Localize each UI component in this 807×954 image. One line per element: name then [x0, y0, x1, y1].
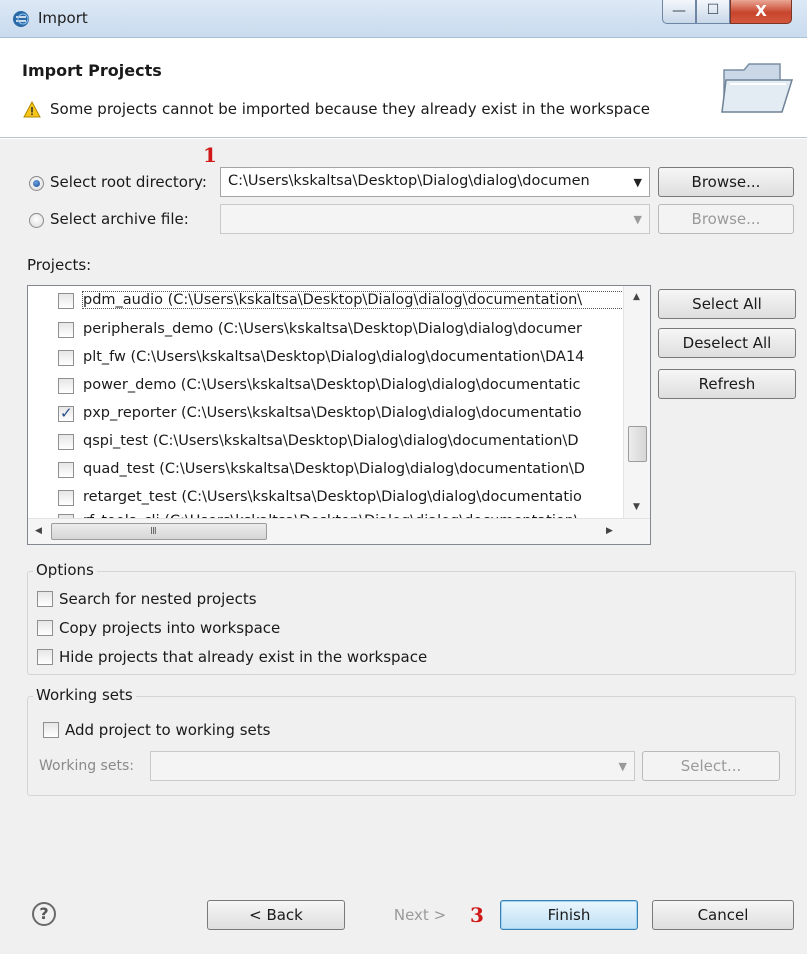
hide-existing-label: Hide projects that already exist in the … — [59, 648, 428, 666]
project-checkbox[interactable] — [58, 404, 74, 422]
list-item[interactable]: power_demo (C:\Users\kskaltsa\Desktop\Di… — [28, 372, 622, 401]
project-checkbox[interactable] — [58, 293, 74, 309]
chevron-down-icon: ▼ — [633, 176, 642, 189]
page-title: Import Projects — [22, 61, 162, 80]
minimize-button[interactable]: — — [662, 0, 696, 24]
minimize-icon: — — [672, 3, 686, 19]
working-sets-combo[interactable]: ▼ — [150, 751, 635, 781]
scroll-up-icon[interactable]: ▲ — [633, 292, 640, 302]
cancel-button[interactable]: Cancel — [652, 900, 794, 930]
project-name: pdm_audio (C:\Users\kskaltsa\Desktop\Dia… — [82, 291, 624, 309]
window-title: Import — [38, 9, 88, 27]
grip-icon: III — [150, 526, 157, 537]
annotation-step-3: 3 — [470, 903, 484, 927]
working-sets-label: Working sets: — [39, 758, 134, 774]
working-sets-select-button[interactable]: Select... — [642, 751, 780, 781]
list-item[interactable]: peripherals_demo (C:\Users\kskaltsa\Desk… — [28, 316, 622, 345]
working-sets-group — [27, 696, 796, 796]
archive-file-radio[interactable] — [29, 213, 44, 228]
scroll-left-icon[interactable]: ◀ — [35, 526, 42, 536]
eclipse-app-icon — [13, 11, 29, 27]
copy-projects-checkbox[interactable] — [37, 620, 53, 636]
deselect-all-button[interactable]: Deselect All — [658, 328, 796, 358]
root-directory-radio[interactable] — [29, 176, 44, 191]
next-button[interactable]: Next > — [351, 900, 489, 930]
horizontal-scroll-thumb[interactable]: III — [51, 523, 267, 540]
finish-button[interactable]: Finish — [500, 900, 638, 930]
list-item[interactable]: pdm_audio (C:\Users\kskaltsa\Desktop\Dia… — [28, 287, 624, 316]
back-button[interactable]: < Back — [207, 900, 345, 930]
add-working-sets-label: Add project to working sets — [65, 721, 271, 739]
project-name: power_demo (C:\Users\kskaltsa\Desktop\Di… — [83, 377, 581, 393]
list-item[interactable]: qspi_test (C:\Users\kskaltsa\Desktop\Dia… — [28, 428, 622, 457]
annotation-step-1: 1 — [203, 143, 217, 167]
browse-root-button[interactable]: Browse... — [658, 167, 794, 197]
project-name: quad_test (C:\Users\kskaltsa\Desktop\Dia… — [83, 461, 585, 477]
title-bar: Import — ☐ X — [0, 0, 807, 38]
project-checkbox[interactable] — [58, 322, 74, 338]
working-sets-title: Working sets — [33, 686, 136, 704]
nested-projects-label: Search for nested projects — [59, 590, 257, 608]
list-item[interactable]: quad_test (C:\Users\kskaltsa\Desktop\Dia… — [28, 456, 622, 485]
list-item[interactable]: plt_fw (C:\Users\kskaltsa\Desktop\Dialog… — [28, 344, 622, 373]
copy-projects-label: Copy projects into workspace — [59, 619, 281, 637]
warning-icon — [23, 101, 41, 118]
projects-list[interactable]: pdm_audio (C:\Users\kskaltsa\Desktop\Dia… — [27, 285, 651, 545]
select-all-button[interactable]: Select All — [658, 289, 796, 319]
scroll-right-icon[interactable]: ▶ — [606, 526, 613, 536]
nested-projects-checkbox[interactable] — [37, 591, 53, 607]
browse-archive-button[interactable]: Browse... — [658, 204, 794, 234]
root-directory-label: Select root directory: — [50, 173, 207, 191]
scroll-down-icon[interactable]: ▼ — [633, 502, 640, 512]
project-checkbox[interactable] — [58, 378, 74, 394]
vertical-scroll-thumb[interactable] — [628, 426, 647, 462]
options-title: Options — [33, 561, 97, 579]
chevron-down-icon: ▼ — [633, 213, 642, 226]
dialog-header: Import Projects Some projects cannot be … — [0, 38, 807, 138]
project-checkbox[interactable] — [58, 490, 74, 506]
project-name: qspi_test (C:\Users\kskaltsa\Desktop\Dia… — [83, 433, 579, 449]
close-button[interactable]: X — [730, 0, 792, 24]
refresh-button[interactable]: Refresh — [658, 369, 796, 399]
maximize-button[interactable]: ☐ — [696, 0, 730, 24]
root-directory-value: C:\Users\kskaltsa\Desktop\Dialog\dialog\… — [228, 173, 590, 189]
folder-icon — [721, 63, 794, 113]
chevron-down-icon: ▼ — [618, 760, 627, 773]
project-name: peripherals_demo (C:\Users\kskaltsa\Desk… — [83, 321, 583, 337]
project-name: retarget_test (C:\Users\kskaltsa\Desktop… — [83, 489, 582, 505]
project-name: plt_fw (C:\Users\kskaltsa\Desktop\Dialog… — [83, 349, 585, 365]
header-message: Some projects cannot be imported because… — [50, 100, 650, 118]
project-checkbox[interactable] — [58, 462, 74, 478]
hide-existing-checkbox[interactable] — [37, 649, 53, 665]
archive-file-combo[interactable]: ▼ — [220, 204, 650, 234]
close-icon: X — [755, 2, 767, 20]
maximize-icon: ☐ — [706, 2, 720, 18]
vertical-scrollbar[interactable]: ▲ ▼ — [623, 286, 650, 518]
archive-file-label: Select archive file: — [50, 210, 189, 228]
projects-label: Projects: — [27, 256, 92, 274]
project-checkbox[interactable] — [58, 434, 74, 450]
dialog-body: 1 Select root directory: C:\Users\kskalt… — [0, 139, 807, 954]
project-name: pxp_reporter (C:\Users\kskaltsa\Desktop\… — [83, 405, 582, 421]
list-item[interactable]: pxp_reporter (C:\Users\kskaltsa\Desktop\… — [28, 400, 622, 429]
project-checkbox[interactable] — [58, 350, 74, 366]
root-directory-combo[interactable]: C:\Users\kskaltsa\Desktop\Dialog\dialog\… — [220, 167, 650, 197]
add-working-sets-checkbox[interactable] — [43, 722, 59, 738]
horizontal-scrollbar[interactable]: ◀ III ▶ — [28, 518, 650, 544]
help-icon[interactable]: ? — [32, 902, 56, 926]
